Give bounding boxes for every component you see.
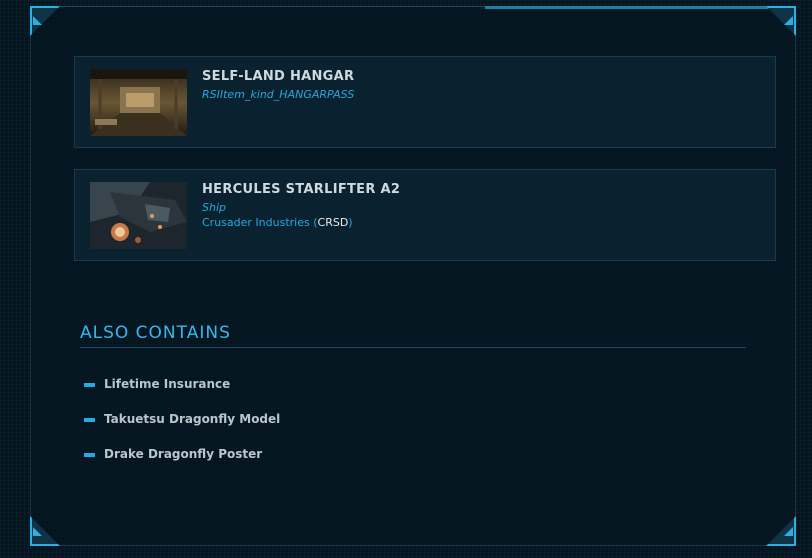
- bullet-icon: [84, 383, 95, 387]
- section-divider: [80, 347, 746, 348]
- corner-bracket-bottom-left-icon: [30, 516, 60, 546]
- list-item-label: Drake Dragonfly Poster: [104, 447, 263, 461]
- also-contains-heading: ALSO CONTAINS: [80, 323, 231, 343]
- list-item-label: Lifetime Insurance: [104, 377, 231, 391]
- item-type: RSIItem_kind_HANGARPASS: [202, 88, 355, 101]
- hangar-thumbnail[interactable]: [90, 69, 187, 136]
- manufacturer-close-paren: ): [348, 216, 353, 229]
- bullet-icon: [84, 418, 95, 422]
- manufacturer-code: CRSD: [317, 216, 349, 229]
- panel-top-accent: [485, 6, 775, 9]
- corner-bracket-bottom-right-icon: [766, 516, 796, 546]
- manufacturer-name[interactable]: Crusader Industries: [202, 216, 310, 229]
- ship-thumbnail[interactable]: [90, 182, 187, 249]
- list-item-label: Takuetsu Dragonfly Model: [104, 412, 281, 426]
- corner-bracket-top-left-icon: [30, 6, 60, 36]
- bullet-icon: [84, 453, 95, 457]
- item-manufacturer[interactable]: Crusader Industries (CRSD): [202, 216, 353, 229]
- item-card-hangar[interactable]: SELF-LAND HANGAR RSIItem_kind_HANGARPASS: [74, 56, 776, 148]
- manufacturer-open-paren: (: [309, 216, 318, 229]
- item-title: SELF-LAND HANGAR: [202, 69, 355, 84]
- item-card-ship[interactable]: HERCULES STARLIFTER A2 Ship Crusader Ind…: [74, 169, 776, 261]
- corner-bracket-top-right-icon: [766, 6, 796, 36]
- item-title: HERCULES STARLIFTER A2: [202, 182, 401, 197]
- item-type: Ship: [202, 201, 226, 214]
